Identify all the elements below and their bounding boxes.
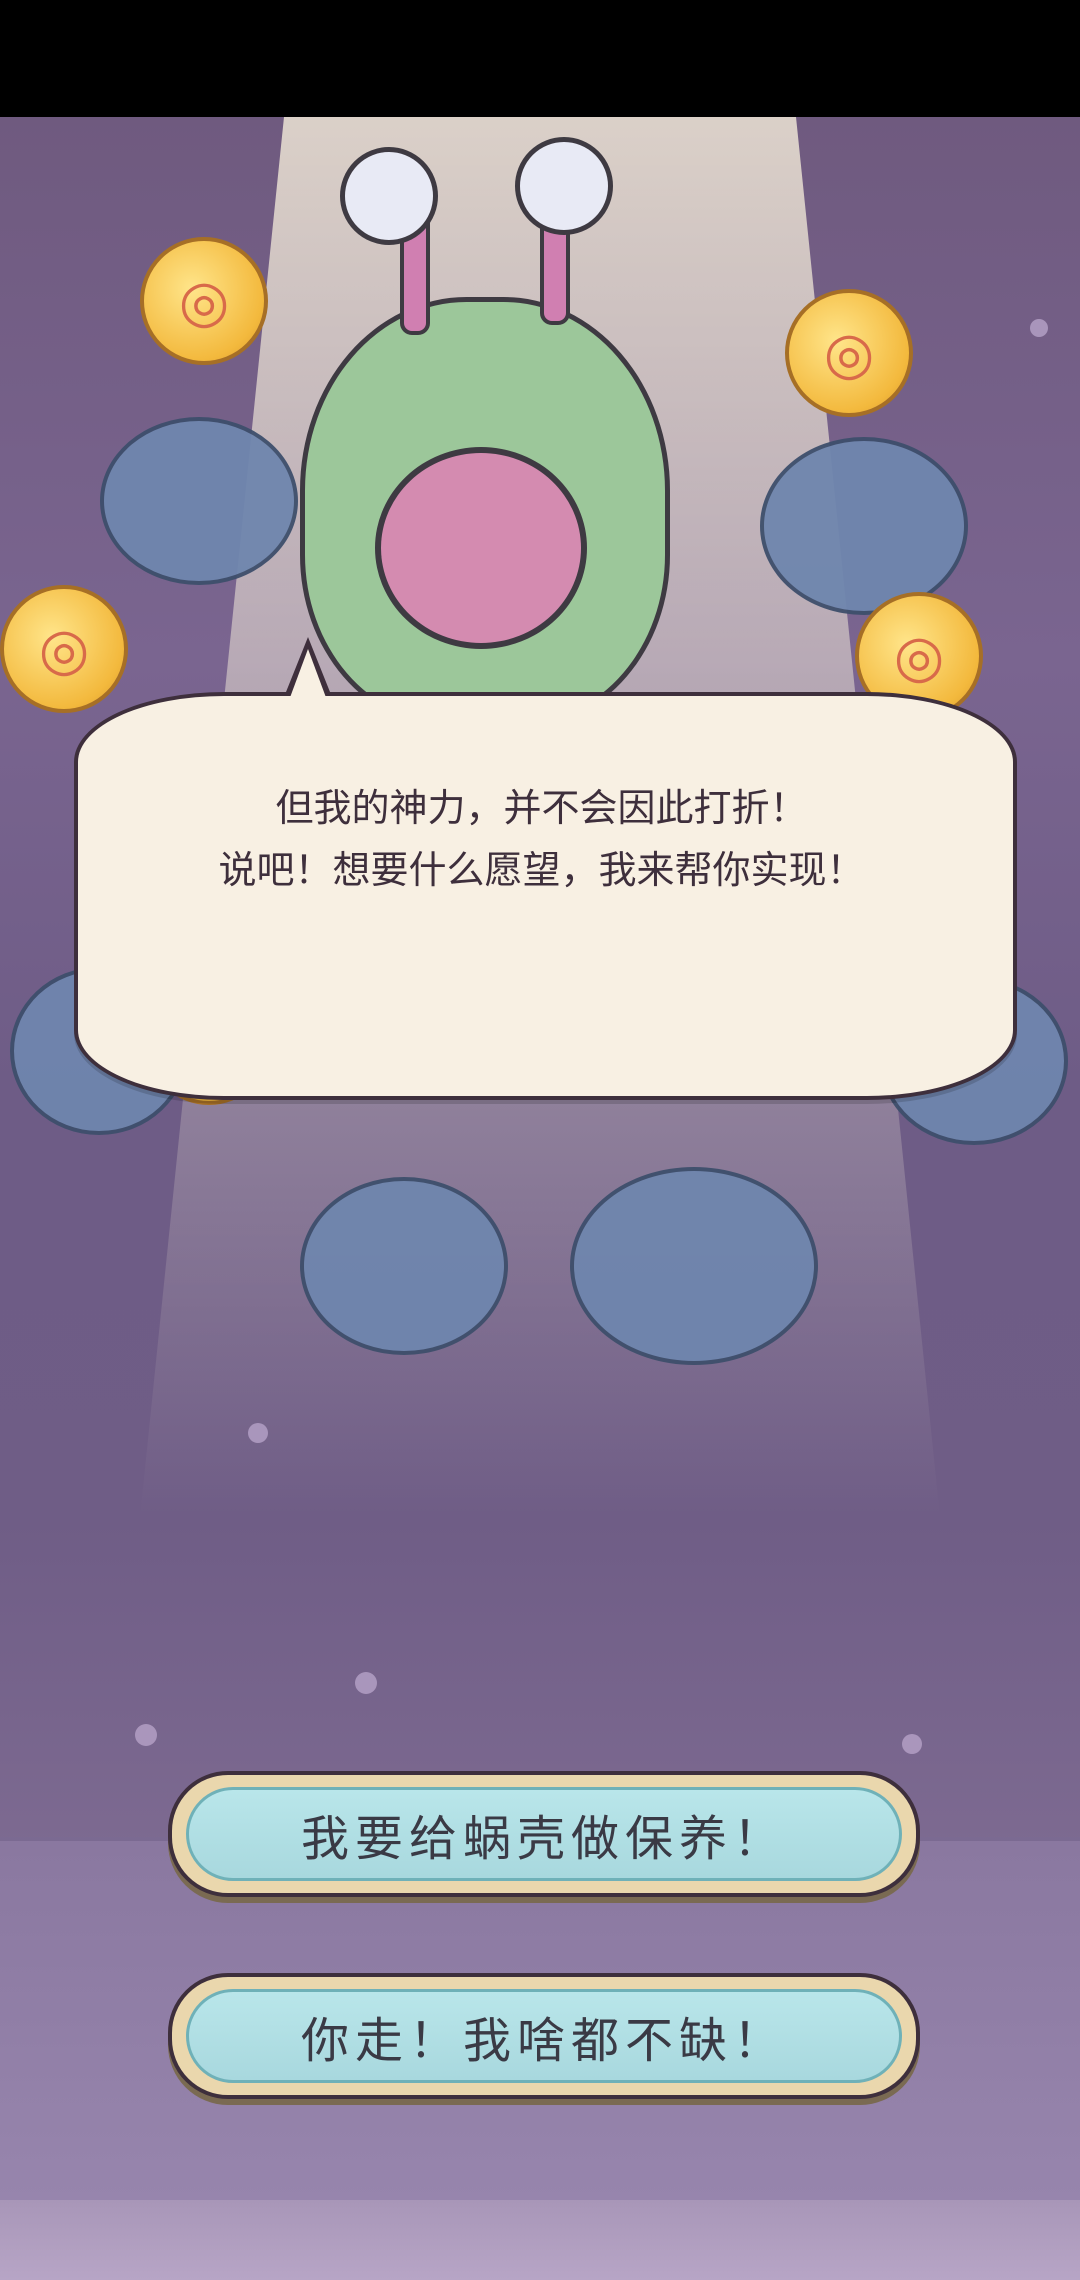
cloud [100, 417, 298, 585]
monster-eye [340, 147, 438, 245]
sparkle-dot [248, 1423, 268, 1443]
choice-button-maintain-shell[interactable]: 我要给蜗壳做保养！ [168, 1771, 920, 1897]
speech-bubble-tail-fill [285, 649, 331, 711]
bottom-decoration [0, 2200, 1080, 2280]
monster-mouth [375, 447, 587, 649]
sparkle-dot [135, 1724, 157, 1746]
choice-label: 你走！我啥都不缺！ [186, 1989, 902, 2083]
spiral-coin-icon [785, 289, 913, 417]
sparkle-dot [902, 1734, 922, 1754]
cloud [300, 1177, 508, 1355]
spiral-coin-icon [0, 585, 128, 713]
cloud [570, 1167, 818, 1365]
status-bar [0, 0, 1080, 117]
game-scene: 但我的神力，并不会因此打折！ 说吧！想要什么愿望，我来帮你实现！ 我要给蜗壳做保… [0, 117, 1080, 2280]
sparkle-dot [1030, 319, 1048, 337]
cloud [760, 437, 968, 615]
spiral-coin-icon [140, 237, 268, 365]
choice-label: 我要给蜗壳做保养！ [186, 1787, 902, 1881]
dialog-line-1: 但我的神力，并不会因此打折！ [275, 786, 808, 830]
monster-eye [515, 137, 613, 235]
sparkle-dot [355, 1672, 377, 1694]
dialog-line-2: 说吧！想要什么愿望，我来帮你实现！ [218, 848, 865, 892]
choice-button-decline[interactable]: 你走！我啥都不缺！ [168, 1973, 920, 2099]
dialog-text: 但我的神力，并不会因此打折！ 说吧！想要什么愿望，我来帮你实现！ [74, 777, 1009, 901]
